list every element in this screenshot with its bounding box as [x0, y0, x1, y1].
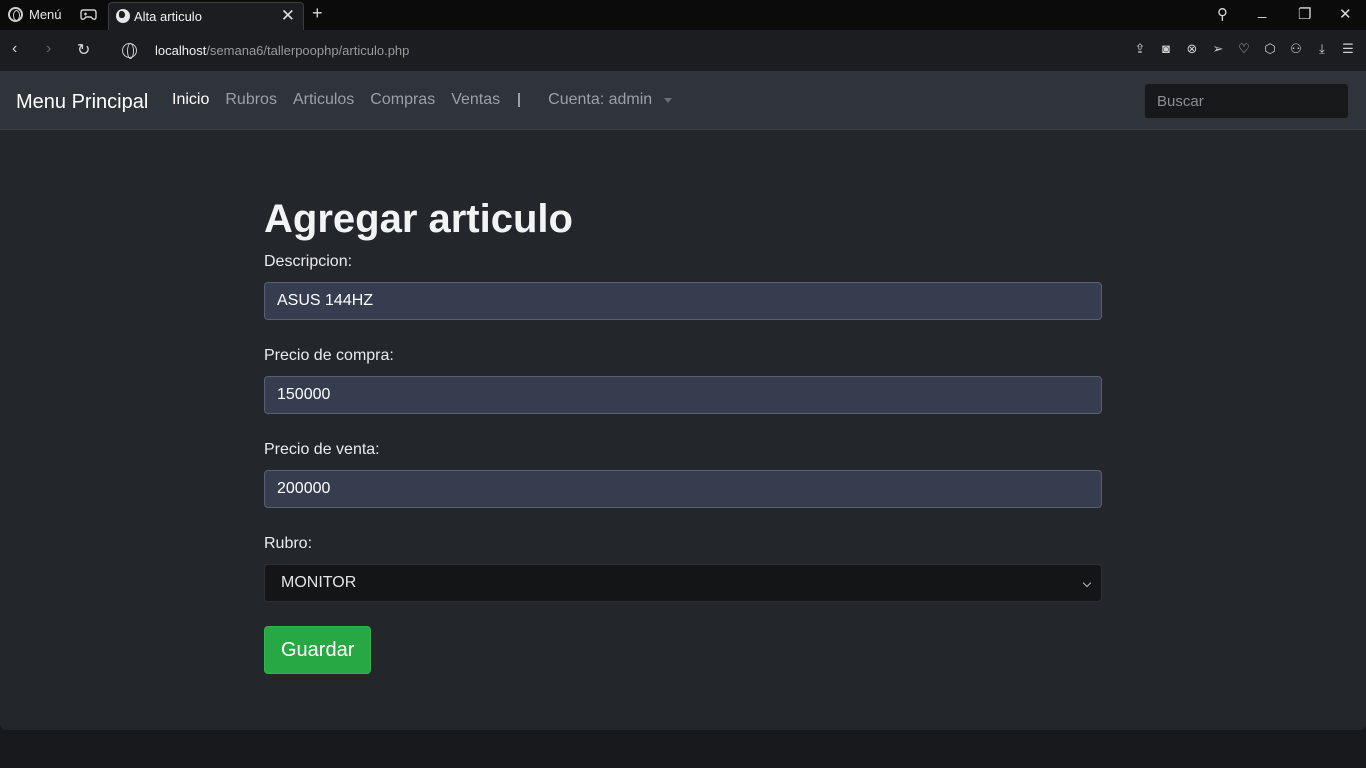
nav-link-articulos[interactable]: Articulos — [293, 91, 354, 109]
navbar: Menu Principal Inicio Rubros Articulos C… — [0, 71, 1366, 130]
precio-venta-label: Precio de venta: — [264, 441, 380, 458]
adblock-icon[interactable]: ⊗ — [1184, 39, 1200, 59]
precio-venta-input[interactable] — [264, 470, 1102, 508]
caret-down-icon — [664, 97, 673, 103]
nav-link-rubros[interactable]: Rubros — [225, 91, 277, 109]
new-tab-plus-icon[interactable]: + — [312, 3, 323, 24]
nav-link-compras[interactable]: Compras — [370, 91, 435, 109]
account-dropdown[interactable]: Cuenta: admin — [548, 91, 673, 109]
reload-icon[interactable]: ↻ — [77, 40, 90, 60]
url-field[interactable]: localhost/semana6/tallerpoophp/articulo.… — [155, 43, 409, 58]
rubro-select[interactable]: MONITOR — [264, 564, 1102, 602]
browser-menu-label: Menú — [29, 7, 62, 22]
forward-arrow-icon[interactable]: › — [46, 40, 51, 58]
profile-icon[interactable]: ⚇ — [1288, 39, 1304, 59]
browser-tab-active[interactable]: Alta articulo ✕ — [108, 2, 304, 30]
navbar-brand[interactable]: Menu Principal — [16, 91, 148, 114]
search-input[interactable] — [1144, 83, 1349, 119]
precio-compra-input[interactable] — [264, 376, 1102, 414]
snapshot-camera-icon[interactable]: ◙ — [1158, 39, 1174, 59]
save-button[interactable]: Guardar — [264, 626, 372, 674]
back-arrow-icon[interactable]: ‹ — [12, 40, 17, 58]
nav-links: Inicio Rubros Articulos Compras Ventas C… — [172, 91, 673, 109]
nav-divider — [518, 93, 521, 107]
favorite-heart-icon[interactable]: ♡ — [1236, 39, 1252, 59]
browser-menu-button[interactable]: Menú — [8, 7, 62, 22]
tab-title: Alta articulo — [134, 9, 202, 24]
window-close-icon[interactable]: ✕ — [1339, 5, 1352, 23]
chevron-down-icon — [1082, 578, 1092, 588]
browser-search-icon[interactable]: ⚲ — [1217, 5, 1228, 23]
browser-tab-strip: Menú Alta articulo ✕ + ⚲ _ ❐ ✕ — [0, 0, 1366, 30]
site-info-globe-icon[interactable] — [122, 43, 137, 59]
rubro-label: Rubro: — [264, 535, 313, 552]
download-icon[interactable]: ⤓ — [1314, 39, 1330, 59]
page-viewport: Menu Principal Inicio Rubros Articulos C… — [0, 71, 1366, 730]
gamepad-icon[interactable] — [80, 8, 97, 21]
descripcion-label: Descripcion: — [264, 253, 353, 270]
browser-address-bar: ‹ › ↻ localhost/semana6/tallerpoophp/art… — [0, 30, 1366, 71]
url-host: localhost — [155, 43, 207, 58]
send-icon[interactable]: ➢ — [1210, 39, 1226, 59]
bottom-strip — [0, 730, 1366, 768]
nav-link-ventas[interactable]: Ventas — [451, 91, 500, 109]
url-path: /semana6/tallerpoophp/articulo.php — [206, 43, 410, 58]
descripcion-input[interactable] — [264, 282, 1102, 320]
precio-compra-label: Precio de compra: — [264, 347, 394, 364]
minimize-icon[interactable]: _ — [1258, 2, 1266, 19]
account-label: Cuenta: admin — [548, 91, 653, 108]
opera-logo-icon — [8, 7, 23, 22]
restore-icon[interactable]: ❐ — [1298, 5, 1311, 23]
easy-setup-icon[interactable]: ☰ — [1340, 39, 1356, 59]
rubro-selected-value: MONITOR — [281, 574, 357, 591]
tab-favicon-globe-icon — [116, 9, 130, 23]
cube-icon[interactable]: ⬡ — [1262, 39, 1278, 59]
page-title: Agregar articulo — [264, 197, 573, 241]
tab-close-icon[interactable]: ✕ — [281, 6, 295, 26]
nav-link-inicio[interactable]: Inicio — [172, 91, 209, 109]
share-icon[interactable]: ⇪ — [1132, 39, 1148, 59]
